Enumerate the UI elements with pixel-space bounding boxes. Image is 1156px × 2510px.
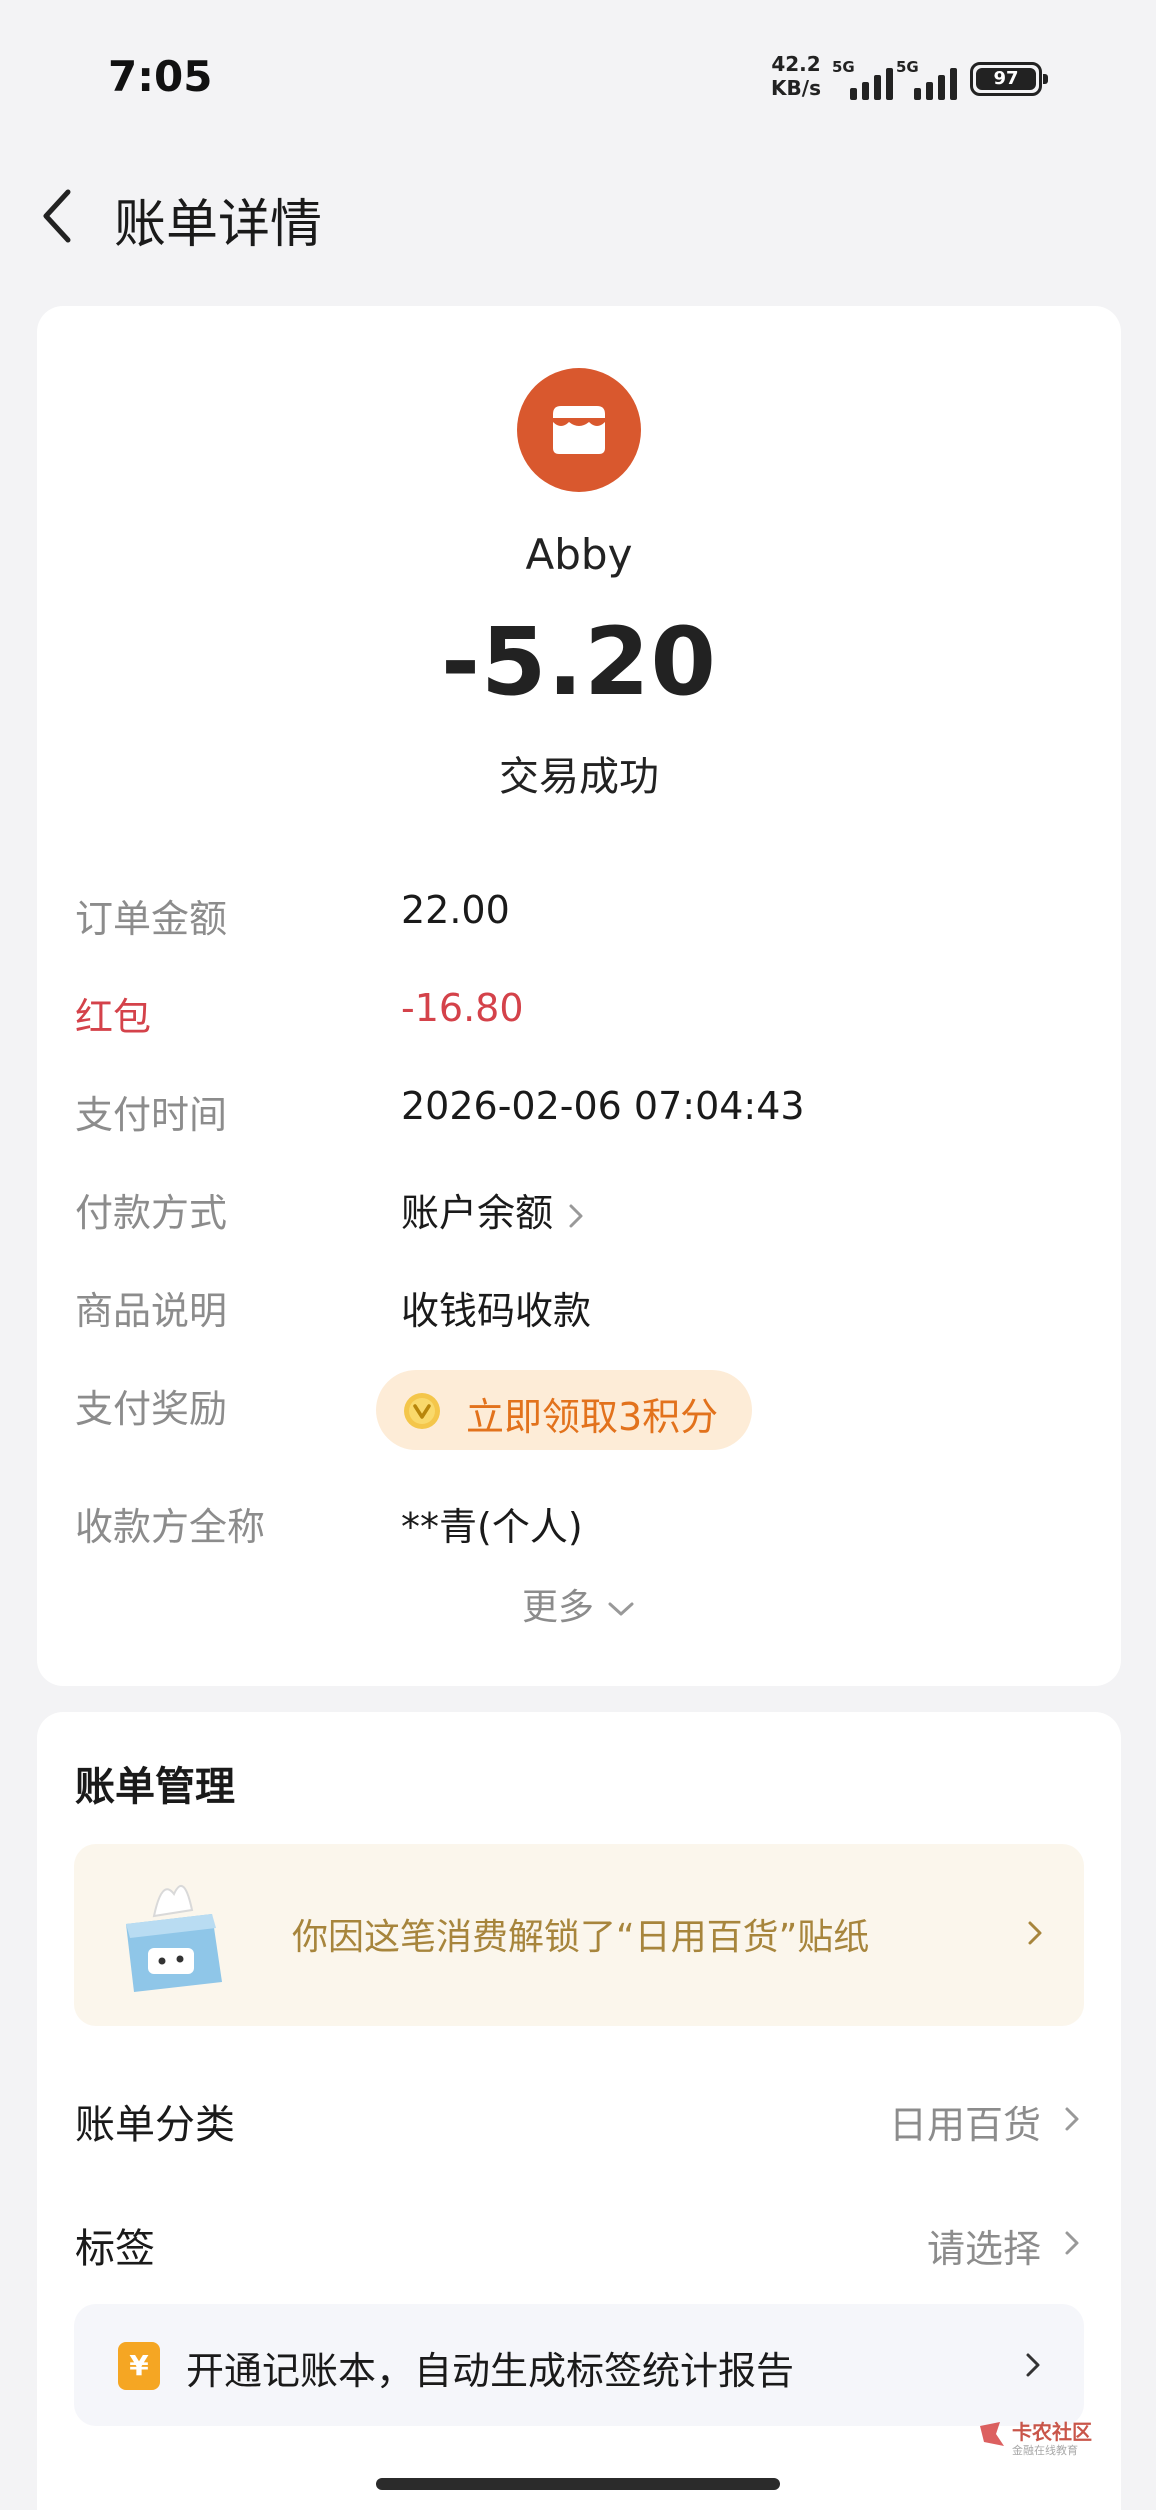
network-speed: 42.2 KB/s — [768, 52, 824, 100]
chevron-right-icon — [1028, 1921, 1042, 1945]
nav-header: 账单详情 — [0, 150, 1156, 275]
detail-value: **青(个人) — [401, 1505, 583, 1549]
detail-value: -16.80 — [401, 986, 524, 1030]
bill-detail-page: 7:05 42.2 KB/s 5G 5G 97 账单详情 Abby -5.20 … — [0, 0, 1156, 2510]
sticker-unlock-text: 你因这笔消费解锁了“日用百货”贴纸 — [292, 1917, 870, 1958]
signal-icon: 5G — [832, 58, 906, 100]
home-indicator[interactable] — [376, 2478, 780, 2490]
tissue-box-icon — [126, 1884, 222, 1992]
bill-category-label: 账单分类 — [75, 2102, 235, 2148]
watermark: 卡农社区 金融在线教育 — [976, 2416, 1100, 2460]
more-label: 更多 — [521, 1587, 594, 1628]
detail-row-description: 商品说明 收钱码收款 — [75, 1272, 1085, 1333]
detail-label: 商品说明 — [75, 1289, 228, 1333]
chevron-right-icon — [569, 1204, 583, 1227]
detail-label: 收款方全称 — [75, 1505, 266, 1549]
network-speed-unit: KB/s — [771, 76, 821, 100]
transaction-card: Abby -5.20 交易成功 订单金额 22.00 红包 -16.80 支付时… — [37, 306, 1121, 1686]
bill-category-value: 日用百货 — [888, 2103, 1041, 2147]
detail-value: 账户余额 — [401, 1191, 554, 1235]
chevron-right-icon — [1065, 2107, 1079, 2131]
community-logo-icon — [980, 2422, 1004, 2446]
claim-points-label: 立即领取3积分 — [466, 1395, 719, 1439]
transaction-amount: -5.20 — [441, 608, 717, 717]
chevron-down-icon — [608, 1602, 634, 1616]
battery-icon: 97 — [970, 62, 1048, 96]
detail-label: 付款方式 — [75, 1191, 228, 1235]
status-time: 7:05 — [108, 52, 213, 101]
detail-label: 红包 — [75, 995, 152, 1039]
bill-category-row[interactable]: 账单分类 日用百货 — [75, 2082, 1085, 2152]
bill-management-card: 账单管理 你因这笔消费解锁了“日用百货”贴纸 账单分类 日用百货 标签 请选择 — [37, 1712, 1121, 2510]
detail-row-order-amount: 订单金额 22.00 — [75, 880, 1085, 941]
more-button[interactable]: 更多 — [37, 1578, 1121, 1630]
ledger-icon: ¥ — [118, 2342, 160, 2390]
detail-row-red-packet: 红包 -16.80 — [75, 978, 1085, 1039]
detail-row-pay-method[interactable]: 付款方式 账户余额 — [75, 1174, 1085, 1237]
detail-row-reward: 支付奖励 立即领取3积分 — [75, 1370, 1085, 1454]
detail-value: 收钱码收款 — [401, 1289, 592, 1333]
detail-label: 支付奖励 — [75, 1387, 228, 1431]
signal-icon: 5G — [896, 58, 970, 100]
coin-icon — [404, 1393, 440, 1429]
chevron-right-icon — [1026, 2353, 1040, 2377]
network-speed-value: 42.2 — [771, 52, 821, 76]
status-bar: 7:05 42.2 KB/s 5G 5G 97 — [0, 0, 1156, 150]
claim-points-button[interactable]: 立即领取3积分 — [376, 1370, 752, 1450]
sticker-unlock-banner[interactable]: 你因这笔消费解锁了“日用百货”贴纸 — [74, 1844, 1084, 2026]
section-title: 账单管理 — [75, 1764, 235, 1810]
pay-method-link[interactable]: 账户余额 — [401, 1182, 585, 1237]
chevron-left-icon[interactable] — [34, 186, 84, 246]
merchant-name: Abby — [525, 530, 633, 579]
chevron-right-icon — [1065, 2231, 1079, 2255]
ledger-promo-banner[interactable]: ¥ 开通记账本，自动生成标签统计报告 — [74, 2304, 1084, 2426]
battery-level: 97 — [976, 68, 1036, 90]
detail-row-pay-time: 支付时间 2026-02-06 07:04:43 — [75, 1076, 1085, 1137]
page-title: 账单详情 — [114, 195, 323, 255]
detail-value: 2026-02-06 07:04:43 — [401, 1084, 805, 1128]
tag-value: 请选择 — [926, 2227, 1041, 2271]
store-icon — [517, 368, 641, 492]
ledger-promo-text: 开通记账本，自动生成标签统计报告 — [186, 2349, 795, 2393]
detail-label: 支付时间 — [75, 1093, 228, 1137]
detail-label: 订单金额 — [75, 897, 228, 941]
tag-label: 标签 — [75, 2226, 155, 2272]
tag-row[interactable]: 标签 请选择 — [75, 2206, 1085, 2276]
watermark-subtitle: 金融在线教育 — [1012, 2444, 1078, 2457]
detail-row-payee: 收款方全称 **青(个人) — [75, 1488, 1085, 1549]
watermark-title: 卡农社区 — [1012, 2420, 1092, 2444]
transaction-status: 交易成功 — [499, 754, 659, 800]
detail-value: 22.00 — [401, 888, 510, 932]
